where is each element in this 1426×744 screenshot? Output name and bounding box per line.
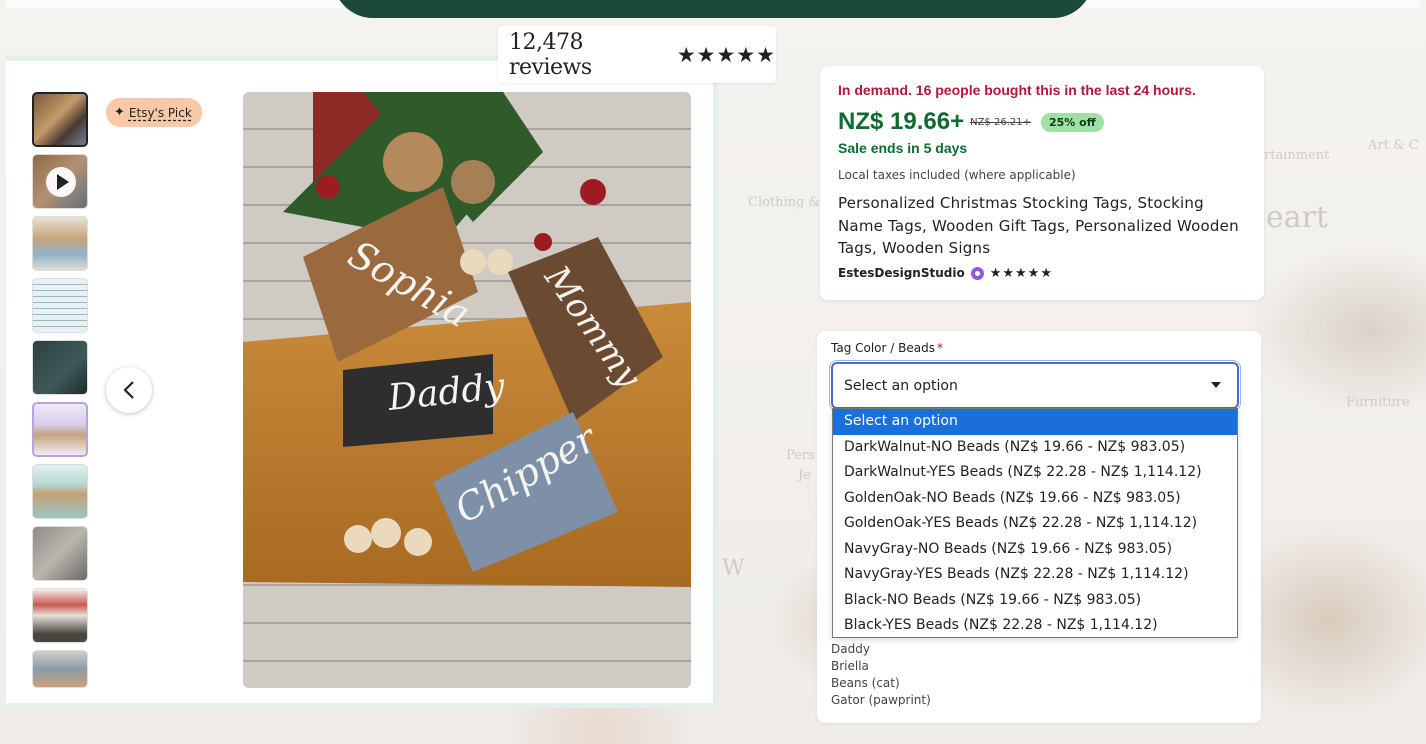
sparkle-icon: ✦: [114, 105, 125, 120]
bg-word: Art & C: [1368, 138, 1419, 153]
shop-name-link[interactable]: EstesDesignStudio: [838, 266, 965, 280]
dropdown-option[interactable]: Select an option: [833, 409, 1237, 435]
thumbnail-strip: [32, 92, 90, 695]
variation-label: Tag Color / Beads *: [831, 341, 943, 355]
bg-word: Pers: [786, 448, 815, 463]
bg-word: eart: [1266, 200, 1329, 235]
personalization-examples: Daddy Briella Beans (cat) Gator (pawprin…: [831, 641, 931, 709]
dropdown-option[interactable]: Black-NO Beads (NZ$ 19.66 - NZ$ 983.05): [833, 588, 1237, 614]
dropdown-option[interactable]: GoldenOak-YES Beads (NZ$ 22.28 - NZ$ 1,1…: [833, 511, 1237, 537]
dropdown-option[interactable]: Black-YES Beads (NZ$ 22.28 - NZ$ 1,114.1…: [833, 613, 1237, 639]
caret-down-icon: [1211, 382, 1221, 388]
listing-title: Personalized Christmas Stocking Tags, St…: [838, 194, 1239, 257]
main-product-image[interactable]: Sophia Mommy Daddy Chipper: [243, 92, 691, 688]
bg-word: Furniture: [1346, 395, 1410, 410]
sale-price: NZ$ 19.66+: [838, 108, 965, 135]
required-mark: *: [936, 341, 943, 355]
demand-notice: In demand. 16 people bought this in the …: [838, 82, 1196, 98]
thumbnail[interactable]: [32, 216, 88, 271]
thumbnail[interactable]: [32, 588, 88, 643]
thumbnail[interactable]: [32, 464, 88, 519]
example-name: Briella: [831, 659, 869, 673]
shop-rating-stars: ★★★★★: [989, 265, 1053, 281]
rating-stars: ★★★★★: [676, 42, 776, 67]
video-thumbnail[interactable]: [32, 154, 88, 209]
thumbnail[interactable]: [32, 650, 88, 688]
star-seller-icon: [970, 266, 984, 280]
thumbnail[interactable]: [32, 402, 88, 457]
example-name: Beans (cat): [831, 676, 900, 690]
taxes-note: Local taxes included (where applicable): [838, 168, 1076, 182]
bg-word: Je: [798, 468, 811, 483]
chevron-left-icon: [123, 381, 134, 399]
dropdown-option[interactable]: NavyGray-NO Beads (NZ$ 19.66 - NZ$ 983.0…: [833, 537, 1237, 563]
tag-color-dropdown[interactable]: Select an option DarkWalnut-NO Beads (NZ…: [832, 408, 1238, 638]
bg-word: rtainment: [1264, 148, 1330, 163]
shop-row: EstesDesignStudio ★★★★★: [838, 266, 1246, 281]
top-banner: [333, 0, 1093, 18]
dropdown-option[interactable]: GoldenOak-NO Beads (NZ$ 19.66 - NZ$ 983.…: [833, 486, 1237, 512]
select-value: Select an option: [844, 377, 958, 394]
previous-image-button[interactable]: [106, 367, 152, 413]
variation-label-text: Tag Color / Beads: [831, 341, 935, 355]
dropdown-option[interactable]: DarkWalnut-NO Beads (NZ$ 19.66 - NZ$ 983…: [833, 435, 1237, 461]
thumbnail[interactable]: [32, 340, 88, 395]
reviews-count: 12,478 reviews: [509, 29, 592, 80]
thumbnail[interactable]: [32, 92, 88, 147]
etsys-pick-badge[interactable]: ✦ Etsy's Pick: [106, 98, 202, 127]
reviews-badge[interactable]: 12,478 reviews ★★★★★: [498, 26, 776, 83]
dropdown-option[interactable]: DarkWalnut-YES Beads (NZ$ 22.28 - NZ$ 1,…: [833, 460, 1237, 486]
tag-color-select[interactable]: Select an option: [829, 360, 1241, 411]
original-price: NZ$ 26.21+: [970, 116, 1031, 128]
sale-ends-text: Sale ends in 5 days: [838, 140, 968, 156]
bg-word: Clothing &: [748, 195, 821, 210]
etsys-pick-label: Etsy's Pick: [128, 105, 192, 120]
thumbnail[interactable]: [32, 278, 88, 333]
thumbnail[interactable]: [32, 526, 88, 581]
play-icon: [46, 167, 76, 197]
example-name: Daddy: [831, 642, 870, 656]
example-name: Gator (pawprint): [831, 693, 931, 707]
discount-badge: 25% off: [1040, 112, 1104, 132]
price-row: NZ$ 19.66+ NZ$ 26.21+ 25% off: [838, 108, 1246, 136]
bg-word: W: [722, 556, 745, 581]
listing-info-card: In demand. 16 people bought this in the …: [820, 66, 1264, 300]
dropdown-option[interactable]: NavyGray-YES Beads (NZ$ 22.28 - NZ$ 1,11…: [833, 562, 1237, 588]
